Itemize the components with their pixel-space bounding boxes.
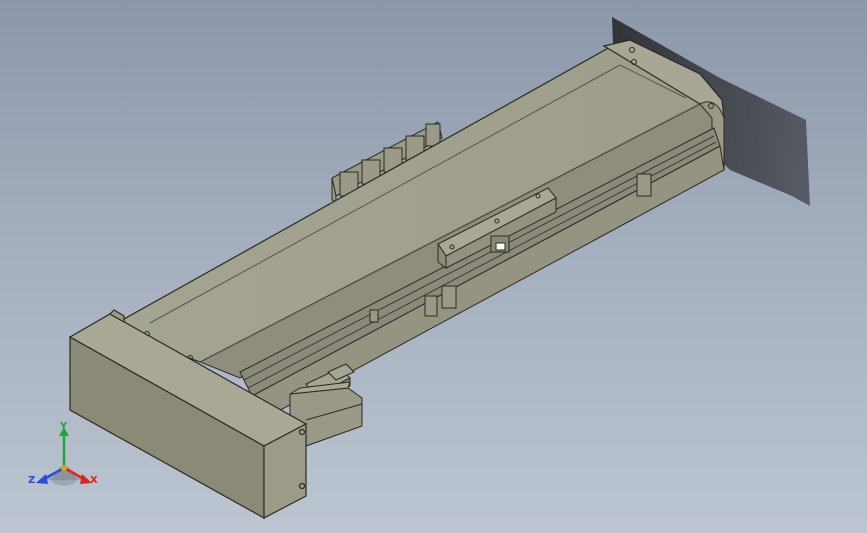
cad-graphics-viewport[interactable]: Y X Z (0, 0, 867, 533)
linear-module-model (68, 17, 810, 520)
z-axis-arrow (36, 474, 48, 484)
x-axis-label: X (90, 475, 98, 486)
z-axis-label: Z (28, 475, 36, 486)
view-orientation-triad[interactable]: Y X Z (26, 421, 106, 490)
y-axis-label: Y (60, 421, 68, 432)
